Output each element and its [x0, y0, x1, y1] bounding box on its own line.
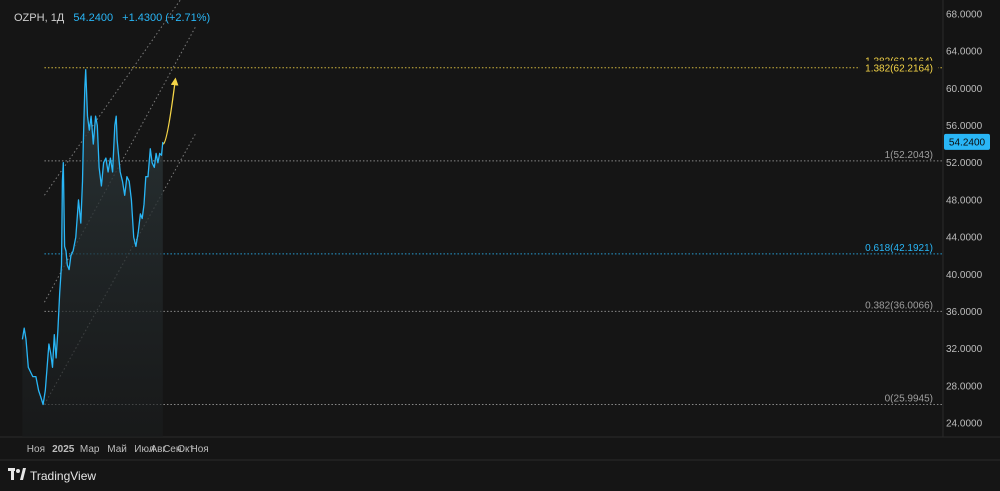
price-change: +1.4300 (+2.71%)	[122, 12, 211, 24]
y-tick-label: 40.0000	[946, 270, 983, 281]
y-tick-label: 36.0000	[946, 307, 983, 318]
y-tick-label: 32.0000	[946, 344, 983, 355]
y-tick-label: 44.0000	[946, 233, 983, 244]
price-chart[interactable]: 1.382(62.2164) 1(52.2043) 0.618(42.1921) 0.…	[0, 0, 1000, 491]
fib-level-label: 0.382(36.0066)	[865, 300, 933, 311]
x-tick-label: Май	[107, 444, 127, 455]
channel-line-upper[interactable]	[44, 0, 196, 196]
last-price-tag: 54.2400	[949, 137, 986, 148]
symbol-name[interactable]: OZPH	[14, 12, 45, 24]
y-tick-label: 56.0000	[946, 121, 983, 132]
symbol-header[interactable]: OZPH, 1Д 54.2400 +1.4300 (+2.71%)	[14, 12, 210, 24]
fib-level-label: 1(52.2043)	[885, 150, 933, 161]
y-tick-label: 60.0000	[946, 84, 983, 95]
x-axis[interactable]: Ноя 2025 Мар Май ИюлАвгСенОктНоя	[27, 444, 209, 455]
y-tick-label: 48.0000	[946, 195, 983, 206]
fib-level-label: 0(25.9945)	[885, 394, 933, 405]
interval-label[interactable]: 1Д	[51, 12, 65, 24]
price-area-fill	[22, 69, 163, 437]
x-tick-label: Мар	[80, 444, 100, 455]
projection-arrow[interactable]	[162, 77, 179, 145]
brand-name: TradingView	[30, 468, 97, 483]
fib-level-label: 0.618(42.1921)	[865, 243, 933, 254]
x-tick-label: Ноя	[191, 444, 209, 455]
price-series[interactable]	[21, 69, 164, 437]
fib-highlight-tag: 1.382(62.2164)	[865, 64, 933, 75]
x-tick-label: 2025	[52, 444, 75, 455]
y-tick-label: 52.0000	[946, 158, 983, 169]
chart-window: 1.382(62.2164) 1(52.2043) 0.618(42.1921) 0.…	[0, 0, 1000, 491]
y-tick-label: 64.0000	[946, 47, 983, 58]
tradingview-logo-icon	[8, 468, 26, 483]
projection-arrow-path[interactable]	[162, 77, 179, 145]
y-tick-label: 28.0000	[946, 381, 983, 392]
y-tick-label: 24.0000	[946, 419, 983, 430]
x-tick-label: Ноя	[27, 444, 45, 455]
last-price: 54.2400	[73, 12, 114, 24]
tradingview-brand[interactable]: TradingView	[8, 468, 96, 483]
y-tick-label: 68.0000	[946, 9, 983, 20]
fibonacci-levels[interactable]: 1.382(62.2164) 1(52.2043) 0.618(42.1921) 0.…	[44, 57, 942, 406]
